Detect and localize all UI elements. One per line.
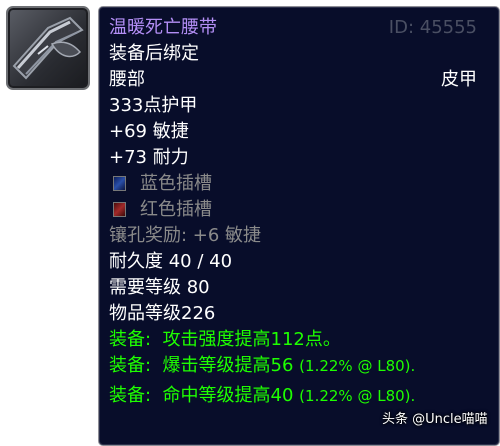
armor-type: 皮甲 [441,69,477,90]
watermark-text: 头条 @Uncle喵喵 [382,412,488,427]
required-level: 需要等级 80 [109,277,210,298]
socket-bonus: 镶孔奖励: +6 敏捷 [109,225,262,246]
item-name: 温暖死亡腰带 [109,17,217,38]
blue-socket-icon [113,176,126,191]
stat-agility: +69 敏捷 [109,121,189,142]
equip-note: (1.22% @ L80). [299,387,416,405]
item-icon-frame[interactable] [6,6,90,90]
socket-label: 红色插槽 [140,199,212,220]
equip-text: 爆击等级提高56 [162,355,294,376]
red-socket-icon [113,202,126,217]
bind-type: 装备后绑定 [109,43,199,64]
equip-note: (1.22% @ L80). [299,357,416,375]
item-tooltip: 温暖死亡腰带 ID: 45555 装备后绑定 腰部 皮甲 333点护甲 +69 … [98,6,500,446]
equip-effect: 装备: 爆击等级提高56 (1.22% @ L80). [109,353,489,379]
equip-prefix: 装备: [109,329,152,350]
equip-effect: 装备: 命中等级提高40 (1.22% @ L80). [109,383,489,409]
durability: 耐久度 40 / 40 [109,251,233,272]
equip-effect: 装备: 攻击强度提高112点。 [109,327,489,353]
stat-stamina: +73 耐力 [109,147,189,168]
item-id: ID: 45555 [388,17,477,38]
equip-text: 命中等级提高40 [162,385,294,406]
armor-value: 333点护甲 [109,95,198,116]
equip-text: 攻击强度提高112点。 [162,329,341,350]
socket-row-red: 红色插槽 [109,197,489,223]
equip-prefix: 装备: [109,385,152,406]
socket-row-blue: 蓝色插槽 [109,171,489,197]
slot-row: 腰部 皮甲 [109,67,489,93]
item-name-row: 温暖死亡腰带 ID: 45555 [109,15,489,41]
belt-icon [12,16,84,80]
watermark: 头条 @Uncle喵喵 [382,408,488,427]
socket-label: 蓝色插槽 [140,173,212,194]
item-slot: 腰部 [109,69,145,90]
item-level: 物品等级226 [109,303,216,324]
equip-prefix: 装备: [109,355,152,376]
